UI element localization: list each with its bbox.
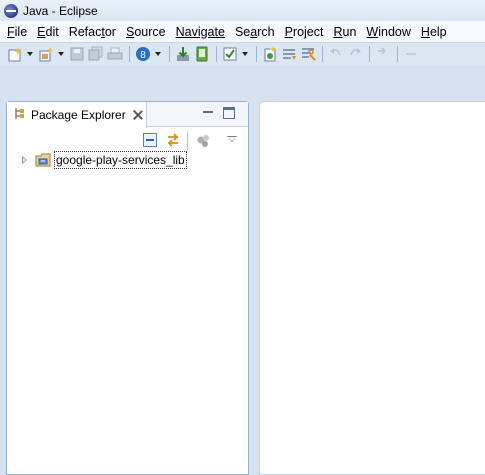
android-sdk-dropdown[interactable] [153, 45, 162, 63]
eclipse-logo-icon [4, 3, 18, 18]
maximize-icon[interactable] [223, 107, 235, 119]
back-icon[interactable] [327, 45, 345, 63]
title-bar: Java - Eclipse [0, 0, 485, 21]
close-icon[interactable] [133, 110, 143, 120]
new-wizard-icon[interactable] [6, 45, 24, 63]
toolbar-separator [169, 46, 170, 62]
menu-refactor[interactable]: Refactor [64, 22, 121, 42]
menu-help[interactable]: Help [416, 22, 452, 42]
minimize-icon[interactable] [202, 107, 214, 119]
new-package-icon[interactable] [37, 45, 55, 63]
tab-package-explorer[interactable]: Package Explorer [7, 102, 147, 128]
print-icon[interactable] [106, 45, 124, 63]
last-edit-icon[interactable] [402, 45, 420, 63]
new-package-dropdown[interactable] [56, 45, 65, 63]
expand-arrow-icon[interactable] [22, 156, 27, 164]
menu-navigate[interactable]: Navigate [171, 22, 230, 42]
toolbar-separator [256, 46, 257, 62]
menu-project[interactable]: Project [280, 22, 329, 42]
project-tree: google-play-services_lib [7, 151, 248, 169]
toolbar-separator [216, 46, 217, 62]
run-checkbox-icon[interactable] [221, 45, 239, 63]
svg-text:8: 8 [140, 50, 146, 61]
menu-search[interactable]: Search [230, 22, 280, 42]
collapse-all-icon[interactable] [143, 133, 157, 147]
view-toolbar [7, 129, 248, 153]
menu-bar: File Edit Refactor Source Navigate Searc… [0, 21, 485, 43]
view-menu-icon[interactable] [225, 133, 239, 145]
menu-run[interactable]: Run [328, 22, 361, 42]
toolbar-separator [322, 46, 323, 62]
android-avd-icon[interactable] [193, 45, 211, 63]
save-icon[interactable] [68, 45, 86, 63]
toolbar-separator [397, 46, 398, 62]
menu-window[interactable]: Window [361, 22, 415, 42]
toolbar-separator [129, 46, 130, 62]
package-explorer-view: Package Explorer google-play-services_li… [6, 101, 249, 475]
toolbar-spacer [0, 65, 485, 97]
android-sdk-icon[interactable]: 8 [134, 45, 152, 63]
task-list-icon[interactable] [280, 45, 298, 63]
tab-label: Package Explorer [31, 108, 126, 122]
editor-area [259, 101, 485, 475]
menu-file[interactable]: File [2, 22, 32, 42]
window-title: Java - Eclipse [23, 3, 98, 18]
run-checkbox-dropdown[interactable] [240, 45, 249, 63]
new-wizard-dropdown[interactable] [25, 45, 34, 63]
view-toolbar-separator [187, 132, 188, 150]
menu-source[interactable]: Source [121, 22, 171, 42]
tree-item-project[interactable]: google-play-services_lib [7, 151, 248, 169]
view-tab-bar: Package Explorer [7, 102, 248, 128]
toolbar-separator [369, 46, 370, 62]
android-library-project-icon [35, 152, 51, 167]
package-explorer-icon [13, 107, 25, 123]
main-toolbar: 8 [0, 43, 485, 65]
save-all-icon[interactable] [87, 45, 105, 63]
menu-edit[interactable]: Edit [32, 22, 64, 42]
new-java-class-icon[interactable] [261, 45, 279, 63]
link-with-editor-icon[interactable] [165, 132, 181, 148]
next-edit-icon[interactable] [374, 45, 392, 63]
forward-icon[interactable] [346, 45, 364, 63]
download-sdk-icon[interactable] [174, 45, 192, 63]
open-type-icon[interactable] [299, 45, 317, 63]
tree-item-label[interactable]: google-play-services_lib [54, 151, 187, 169]
focus-on-active-task-icon[interactable] [196, 133, 212, 149]
